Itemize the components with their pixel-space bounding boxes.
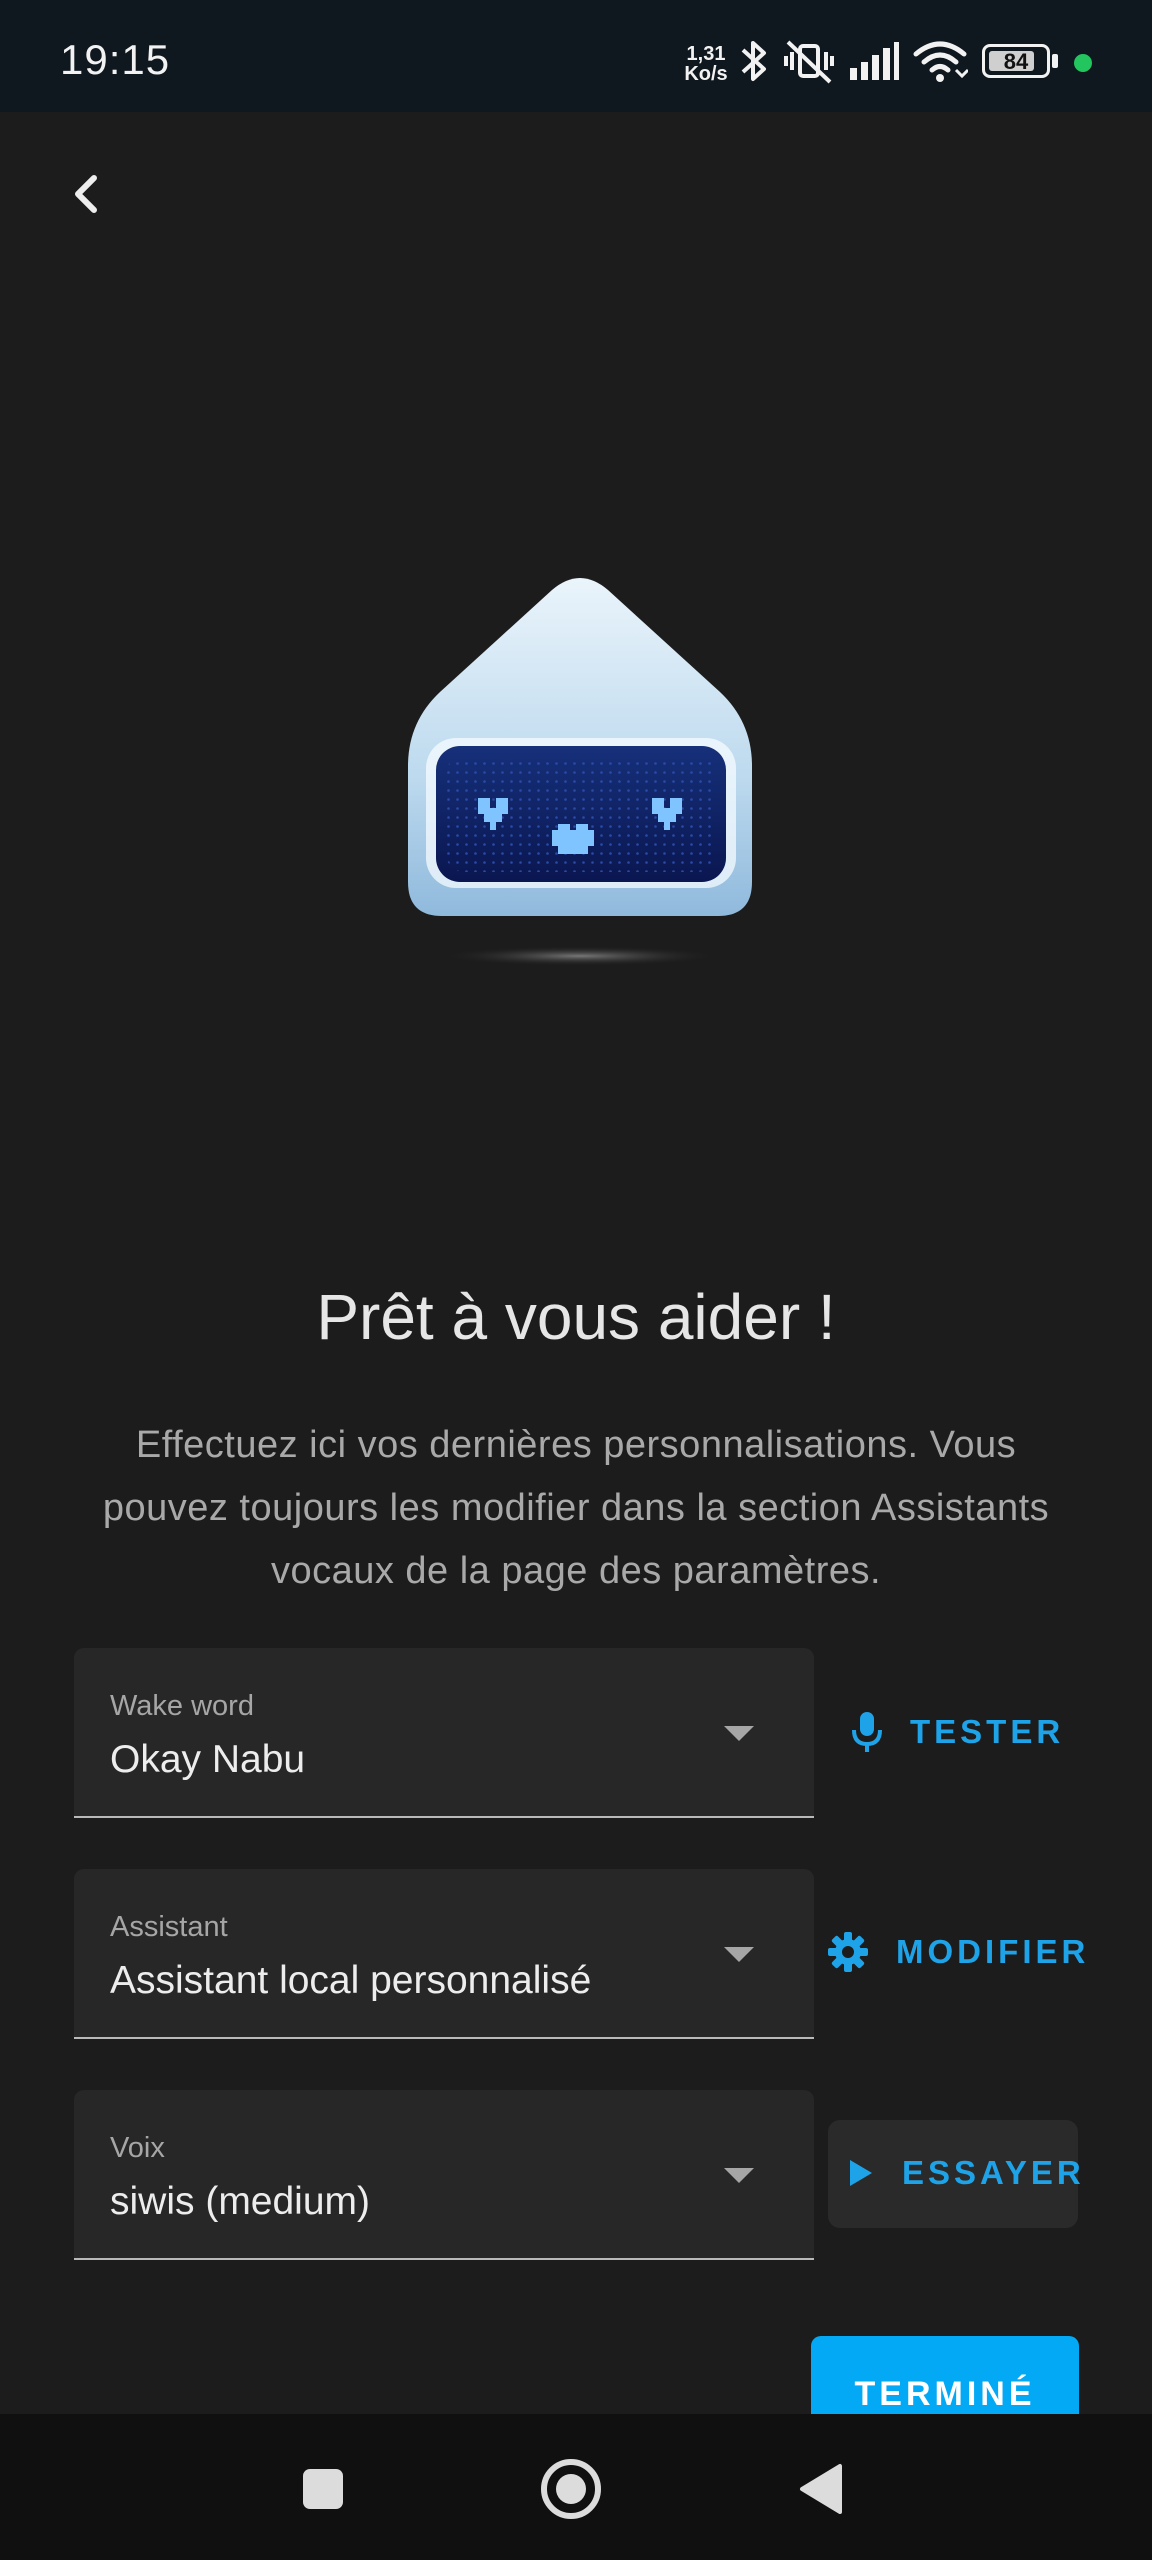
assistant-value: Assistant local personnalisé xyxy=(110,1959,592,2002)
try-button-content: ESSAYER xyxy=(846,2154,1085,2192)
status-bar: 19:15 1,31 Ko/s 84 xyxy=(0,0,1152,112)
wifi-icon xyxy=(913,41,968,82)
play-icon xyxy=(850,2160,872,2186)
test-button[interactable]: TESTER xyxy=(850,1710,1064,1754)
try-button-label: ESSAYER xyxy=(902,2154,1085,2191)
voice-value: siwis (medium) xyxy=(110,2180,371,2223)
chevron-left-icon xyxy=(75,175,97,213)
robot-mascot xyxy=(408,578,752,966)
description-text: Effectuez ici vos dernières personnalisa… xyxy=(102,1424,1050,1592)
assistant-label: Assistant xyxy=(110,1911,228,1943)
microphone-icon xyxy=(852,1712,882,1752)
status-time: 19:15 xyxy=(60,36,171,83)
dropdown-arrow-icon xyxy=(724,1726,754,1741)
gear-icon xyxy=(828,1932,868,1972)
wake-word-label: Wake word xyxy=(110,1690,254,1722)
dropdown-arrow-icon xyxy=(724,1947,754,1962)
wake-word-select[interactable]: Wake word Okay Nabu xyxy=(74,1648,814,1818)
voice-label: Voix xyxy=(110,2132,165,2164)
page-title: Prêt à vous aider ! xyxy=(316,1281,836,1353)
privacy-dot xyxy=(1074,54,1092,72)
network-speed-unit: Ko/s xyxy=(684,63,728,85)
network-speed-value: 1,31 xyxy=(686,43,726,65)
network-speed: 1,31 Ko/s xyxy=(680,44,732,84)
battery-level: 84 xyxy=(1003,49,1029,74)
back-button[interactable] xyxy=(60,168,112,220)
try-button[interactable]: ESSAYER xyxy=(828,2120,1081,2228)
assistant-select[interactable]: Assistant Assistant local personnalisé xyxy=(74,1869,814,2039)
modify-button-label: MODIFIER xyxy=(896,1933,1090,1970)
battery-tip xyxy=(1052,54,1058,68)
back-triangle-icon[interactable] xyxy=(796,2462,844,2516)
wake-word-value: Okay Nabu xyxy=(110,1738,306,1781)
recents-square-icon[interactable] xyxy=(300,2466,346,2512)
test-button-label: TESTER xyxy=(910,1713,1065,1750)
voice-select[interactable]: Voix siwis (medium) xyxy=(74,2090,814,2260)
battery-icon: 84 xyxy=(982,44,1050,78)
modify-button[interactable]: MODIFIER xyxy=(826,1930,1089,1974)
navigation-bar xyxy=(0,2414,1152,2560)
signal-icon xyxy=(850,42,899,80)
dropdown-arrow-icon xyxy=(724,2168,754,2183)
bluetooth-icon xyxy=(741,41,766,81)
vibrate-off-icon xyxy=(784,40,834,84)
home-circle-icon[interactable] xyxy=(540,2458,602,2520)
